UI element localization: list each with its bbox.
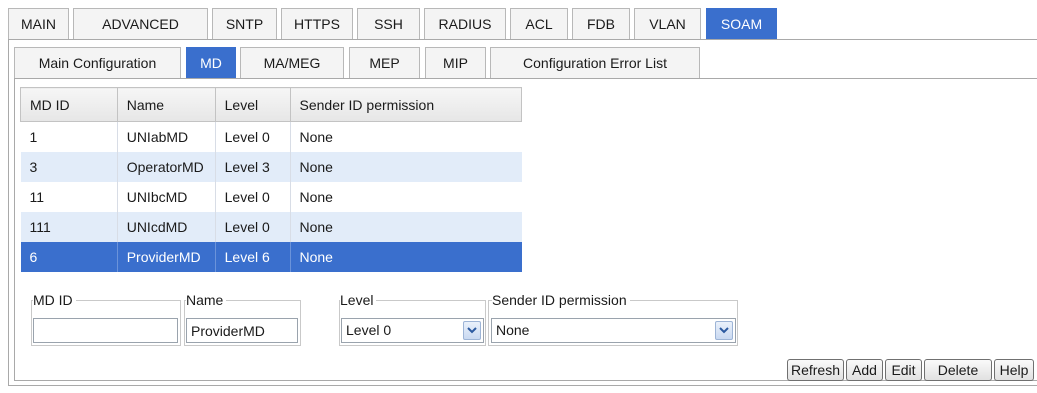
level-select-value: Level 0 — [346, 322, 392, 338]
button-label: Edit — [891, 362, 916, 378]
cell-level: Level 6 — [215, 241, 291, 272]
column-header-sender-id[interactable]: Sender ID permission — [289, 87, 522, 122]
help-button[interactable]: Help — [994, 359, 1034, 381]
tab-vlan[interactable]: VLAN — [634, 8, 701, 40]
button-label: Delete — [937, 362, 979, 378]
chevron-down-icon[interactable] — [715, 321, 733, 340]
md-table: MD ID Name Level Sender ID permission 1 … — [20, 87, 522, 272]
tab-label: SNTP — [225, 16, 264, 32]
tab-fdb[interactable]: FDB — [572, 8, 630, 40]
refresh-button[interactable]: Refresh — [787, 359, 844, 381]
subtab-label: Main Configuration — [38, 55, 157, 71]
tab-label: SSH — [374, 16, 403, 32]
tab-sntp[interactable]: SNTP — [212, 8, 277, 40]
tab-label: MAIN — [21, 16, 56, 32]
button-label: Help — [999, 362, 1029, 378]
column-header-md-id[interactable]: MD ID — [20, 87, 118, 122]
sender-id-select-value: None — [496, 322, 530, 338]
subtab-mep[interactable]: MEP — [349, 47, 420, 79]
level-select[interactable]: Level 0 — [341, 318, 484, 343]
tab-advanced[interactable]: ADVANCED — [73, 8, 208, 40]
column-header-name[interactable]: Name — [116, 87, 216, 122]
add-button[interactable]: Add — [846, 359, 883, 381]
tab-label: RADIUS — [438, 16, 492, 32]
cell-name: OperatorMD — [117, 151, 216, 182]
cell-level: Level 0 — [215, 121, 291, 152]
tab-ssh[interactable]: SSH — [357, 8, 420, 40]
subtab-label: MA/MEG — [263, 55, 321, 71]
table-row[interactable]: 1 UNIabMD Level 0 None — [20, 121, 522, 152]
table-row-selected[interactable]: 6 ProviderMD Level 6 None — [20, 241, 522, 272]
cell-md-id: 11 — [20, 181, 118, 212]
tab-radius[interactable]: RADIUS — [424, 8, 506, 40]
table-row[interactable]: 11 UNIbcMD Level 0 None — [20, 181, 522, 212]
subtab-label: MIP — [443, 55, 468, 71]
tab-label: ACL — [525, 16, 553, 32]
subtab-configuration-error-list[interactable]: Configuration Error List — [490, 47, 700, 79]
delete-button[interactable]: Delete — [924, 359, 992, 381]
tab-https[interactable]: HTTPS — [281, 8, 353, 40]
sender-id-select[interactable]: None — [491, 318, 736, 343]
cell-sender-id: None — [290, 121, 522, 152]
cell-level: Level 0 — [215, 181, 291, 212]
cell-level: Level 3 — [215, 151, 291, 182]
table-header-row: MD ID Name Level Sender ID permission — [20, 87, 522, 122]
cell-md-id: 6 — [20, 241, 118, 272]
sender-id-label: Sender ID permission — [492, 292, 630, 308]
subtab-mip[interactable]: MIP — [425, 47, 486, 79]
tab-soam[interactable]: SOAM — [706, 8, 777, 40]
name-label: Name — [186, 292, 227, 308]
table-row[interactable]: 111 UNIcdMD Level 0 None — [20, 211, 522, 242]
cell-md-id: 3 — [20, 151, 118, 182]
subtab-ma-meg[interactable]: MA/MEG — [240, 47, 344, 79]
tab-label: SOAM — [720, 16, 763, 32]
cell-sender-id: None — [290, 241, 522, 272]
cell-sender-id: None — [290, 151, 522, 182]
tab-main[interactable]: MAIN — [8, 8, 69, 40]
button-label: Refresh — [790, 362, 841, 378]
level-label: Level — [340, 292, 377, 308]
name-field[interactable] — [186, 318, 298, 343]
cell-name: ProviderMD — [117, 241, 216, 272]
md-id-field[interactable] — [33, 318, 178, 343]
tab-acl[interactable]: ACL — [510, 8, 568, 40]
subtab-label: Configuration Error List — [523, 55, 667, 71]
tab-label: ADVANCED — [102, 16, 179, 32]
subtab-md[interactable]: MD — [186, 47, 236, 79]
tab-label: HTTPS — [294, 16, 340, 32]
cell-sender-id: None — [290, 211, 522, 242]
md-id-label: MD ID — [33, 292, 76, 308]
tab-label: FDB — [587, 16, 615, 32]
subtab-label: MD — [200, 55, 222, 71]
edit-button[interactable]: Edit — [885, 359, 922, 381]
cell-name: UNIabMD — [117, 121, 216, 152]
cell-name: UNIcdMD — [117, 211, 216, 242]
subtab-main-configuration[interactable]: Main Configuration — [14, 47, 181, 79]
cell-md-id: 111 — [20, 211, 118, 242]
tab-label: VLAN — [649, 16, 686, 32]
table-row[interactable]: 3 OperatorMD Level 3 None — [20, 151, 522, 182]
subtab-label: MEP — [369, 55, 400, 71]
cell-name: UNIbcMD — [117, 181, 216, 212]
cell-sender-id: None — [290, 181, 522, 212]
chevron-down-icon[interactable] — [463, 321, 481, 340]
cell-md-id: 1 — [20, 121, 118, 152]
button-label: Add — [852, 362, 877, 378]
cell-level: Level 0 — [215, 211, 291, 242]
column-header-level[interactable]: Level — [214, 87, 291, 122]
